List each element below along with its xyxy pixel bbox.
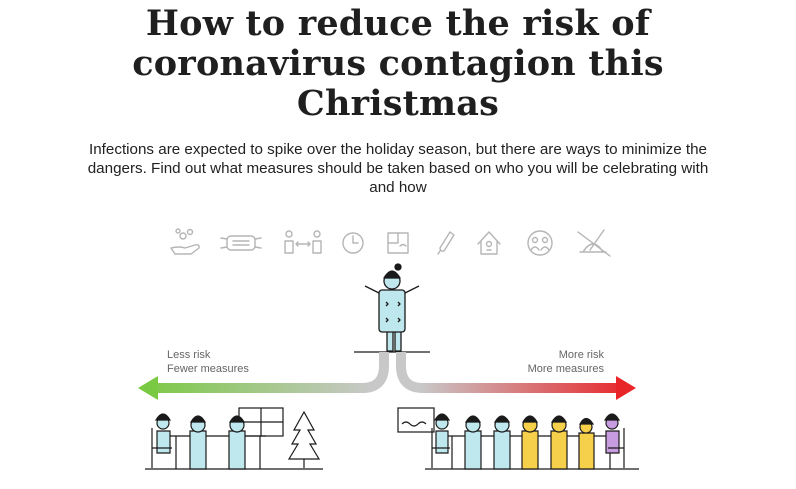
large-gathering-scene: [397, 407, 639, 470]
central-person-figure: [364, 263, 420, 352]
less-risk-arrowhead: [138, 376, 158, 400]
fewer-measures-line: Fewer measures: [167, 363, 249, 375]
less-risk-line: Less risk: [167, 349, 211, 361]
infographic-illustration: [138, 228, 639, 470]
more-risk-line: More risk: [558, 349, 604, 361]
clock-icon: [342, 232, 364, 254]
small-gathering-scene: [145, 407, 323, 470]
less-risk-label: Less risk Fewer measures: [167, 348, 249, 376]
window-ventilation-icon: [387, 232, 409, 254]
house-icon: [477, 231, 501, 255]
thermometer-icon: [437, 231, 455, 255]
more-risk-label: More risk More measures: [528, 348, 604, 376]
distance-icon: [284, 230, 322, 254]
more-measures-line: More measures: [527, 363, 604, 375]
face-mask-icon: [220, 235, 262, 251]
christmas-tree-icon: [287, 410, 321, 468]
hand-wash-icon: [170, 228, 200, 255]
more-risk-arrowhead: [616, 376, 636, 400]
household-bubble-icon: [527, 230, 553, 256]
no-eating-icon: [577, 229, 611, 257]
